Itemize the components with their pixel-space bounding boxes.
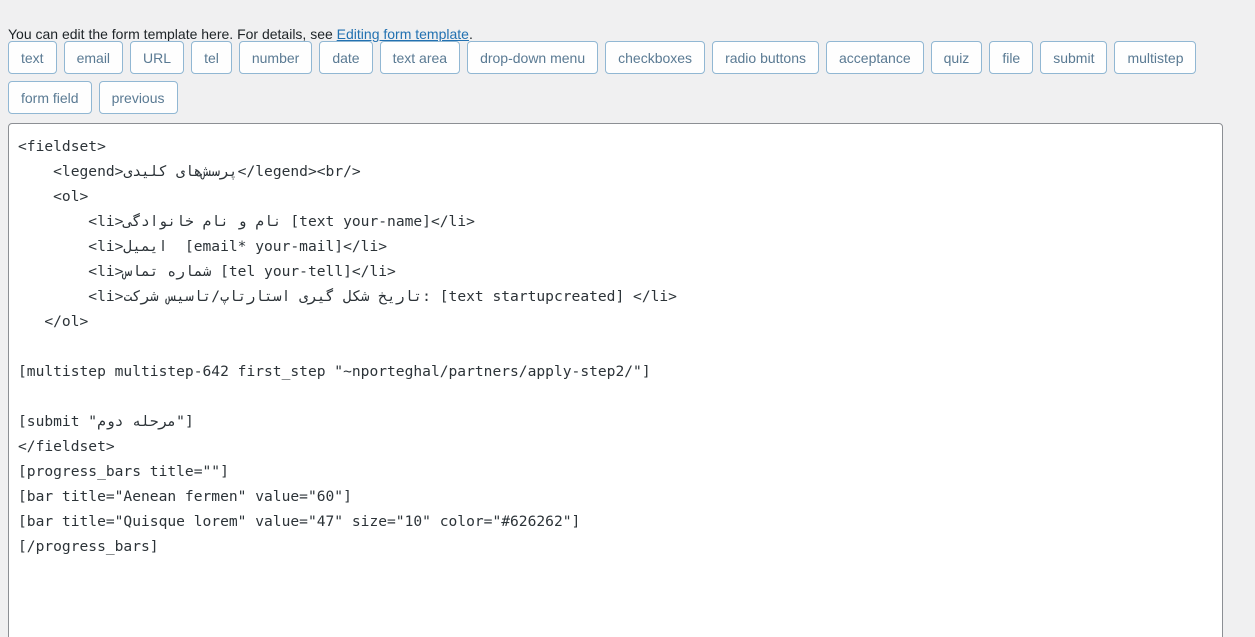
tag-generator-toolbar: text email URL tel number date text area… (8, 41, 1238, 114)
code-line: </fieldset> (18, 438, 115, 455)
code-line: <legend>پرسش‌های کلیدی</legend><br/> (18, 163, 361, 180)
form-template-textarea[interactable]: <fieldset> <legend>پرسش‌های کلیدی</legen… (8, 123, 1223, 637)
code-line: <ol> (18, 188, 89, 205)
tag-button-date[interactable]: date (319, 41, 373, 74)
code-line: <li>شماره تماس [tel your-tell]</li> (18, 263, 396, 280)
code-line: [submit "مرحله دوم"] (18, 413, 194, 430)
tag-button-number[interactable]: number (238, 41, 313, 74)
tag-button-radio-buttons[interactable]: radio buttons (712, 41, 820, 74)
code-line: [bar title="Quisque lorem" value="47" si… (18, 513, 581, 530)
tag-button-previous[interactable]: previous (98, 81, 178, 114)
code-line: [bar title="Aenean fermen" value="60"] (18, 488, 352, 505)
tag-button-multistep[interactable]: multistep (1114, 41, 1197, 74)
tag-button-acceptance[interactable]: acceptance (826, 41, 924, 74)
code-line: [multistep multistep-642 first_step "~np… (18, 363, 651, 380)
tag-button-file[interactable]: file (989, 41, 1034, 74)
tag-button-tel[interactable]: tel (191, 41, 232, 74)
tag-button-text[interactable]: text (8, 41, 57, 74)
tag-button-quiz[interactable]: quiz (930, 41, 983, 74)
tag-button-email[interactable]: email (63, 41, 124, 74)
editing-form-template-link[interactable]: Editing form template (337, 26, 469, 42)
code-line: <li>نام و نام خانوادگی [text your-name]<… (18, 213, 475, 230)
code-line: </ol> (18, 313, 89, 330)
tag-button-text-area[interactable]: text area (379, 41, 461, 74)
tag-button-form-field[interactable]: form field (8, 81, 92, 114)
code-line: <fieldset> (18, 138, 106, 155)
tag-button-submit[interactable]: submit (1040, 41, 1108, 74)
description-text-before: You can edit the form template here. For… (8, 26, 337, 42)
code-line: [/progress_bars] (18, 538, 159, 555)
tag-button-checkboxes[interactable]: checkboxes (605, 41, 706, 74)
code-line: <li>تاریخ شکل گیری استارتاپ/تاسیس شرکت: … (18, 288, 677, 305)
code-line: <li>ایمیل [email* your-mail]</li> (18, 238, 388, 255)
form-template-editor-page: You can edit the form template here. For… (0, 0, 1255, 637)
description-text-after: . (468, 26, 473, 42)
form-template-code[interactable]: <fieldset> <legend>پرسش‌های کلیدی</legen… (18, 134, 1212, 559)
tag-button-drop-down-menu[interactable]: drop-down menu (467, 41, 599, 74)
tag-button-url[interactable]: URL (130, 41, 185, 74)
code-line: [progress_bars title=""] (18, 463, 229, 480)
